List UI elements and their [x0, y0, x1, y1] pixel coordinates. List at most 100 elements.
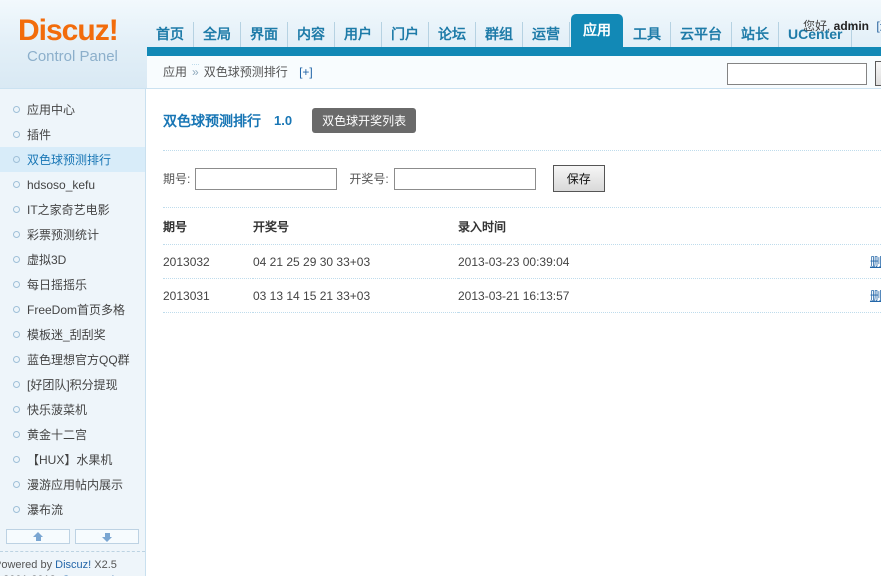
brand-subtitle: Control Panel	[27, 48, 118, 65]
sidebar-item[interactable]: 每日摇摇乐	[0, 272, 145, 297]
bullet-icon	[13, 481, 20, 488]
header: Discuz! Control Panel 首页 全局 界面 内容 用户 门户 …	[0, 0, 881, 89]
bullet-icon	[13, 381, 20, 388]
sidebar-item-label: 【HUX】水果机	[27, 453, 113, 467]
discuz-link[interactable]: Discuz!	[55, 559, 91, 571]
lottery-list-button[interactable]: 双色球开奖列表	[312, 108, 417, 133]
header-action	[758, 208, 881, 245]
sidebar-item[interactable]: 模板迷_刮刮奖	[0, 322, 145, 347]
sidebar: 应用中心 插件 双色球预测排行 hdsoso_kefu IT之家奇艺电影 彩票预…	[0, 89, 146, 576]
brand-name: Discuz!	[18, 14, 119, 47]
tab-app-active[interactable]: 应用	[571, 13, 623, 52]
sidebar-item-label: 虚拟3D	[27, 253, 67, 267]
nav-underline-bar	[147, 47, 881, 56]
table-header-row: 期号 开奖号 录入时间	[163, 208, 881, 245]
tab-webmaster[interactable]: 站长	[732, 22, 779, 47]
number-input[interactable]	[393, 167, 536, 190]
sidebar-item-label: 蓝色理想官方QQ群	[27, 353, 130, 367]
tab-interface[interactable]: 界面	[241, 22, 288, 47]
sidebar-item-label: 漫游应用帖内展示	[27, 478, 124, 492]
version-badge: 1.0	[274, 113, 293, 128]
breadcrumb-separator: »	[192, 64, 199, 79]
sidebar-item-label: 每日摇摇乐	[27, 278, 88, 292]
breadcrumb-add-link[interactable]: [+]	[299, 65, 313, 79]
sidebar-item[interactable]: [好团队]积分提现	[0, 372, 145, 397]
logout-link[interactable]: [退出]	[876, 19, 881, 33]
sidebar-item[interactable]: 黄金十二宫	[0, 422, 145, 447]
tab-operation[interactable]: 运营	[523, 22, 570, 47]
tab-portal[interactable]: 门户	[382, 22, 429, 47]
sidebar-item[interactable]: 瀑布流	[0, 497, 145, 522]
search-input[interactable]	[726, 62, 867, 85]
down-arrow-icon	[101, 532, 113, 542]
sidebar-item[interactable]: 彩票预测统计	[0, 222, 145, 247]
cell-issue: 2013032	[163, 244, 253, 279]
bullet-icon	[13, 456, 20, 463]
tab-cloud[interactable]: 云平台	[671, 22, 732, 47]
tab-group[interactable]: 群组	[476, 22, 523, 47]
scroll-down-button[interactable]	[75, 529, 139, 544]
sidebar-item[interactable]: IT之家奇艺电影	[0, 197, 145, 222]
bullet-icon	[13, 281, 20, 288]
bullet-icon	[13, 156, 20, 163]
tab-content[interactable]: 内容	[288, 22, 335, 47]
bullet-icon	[13, 406, 20, 413]
breadcrumb-root-link[interactable]: 应用	[163, 65, 187, 79]
bullet-icon	[13, 131, 20, 138]
issue-input[interactable]	[195, 167, 338, 190]
scroll-up-button[interactable]	[6, 529, 70, 544]
sidebar-item-plugins[interactable]: 插件	[0, 122, 145, 147]
up-arrow-icon	[32, 531, 44, 542]
brand-logo: Discuz! Control Panel	[18, 14, 119, 65]
cell-number: 03 13 14 15 21 33+03	[253, 278, 458, 313]
table-row: 2013032 04 21 25 29 30 33+03 2013-03-23 …	[163, 244, 881, 279]
sidebar-item-label: 快乐菠菜机	[27, 403, 88, 417]
sidebar-item[interactable]: 【HUX】水果机	[0, 447, 145, 472]
sidebar-item-ssq-selected[interactable]: 双色球预测排行	[0, 147, 145, 172]
search-button[interactable]: 搜索	[874, 61, 881, 86]
sidebar-item-label: IT之家奇艺电影	[27, 203, 110, 217]
powered-by-line: Powered by Discuz! X2.5	[0, 558, 145, 573]
tab-forum[interactable]: 论坛	[429, 22, 476, 47]
bullet-icon	[13, 106, 20, 113]
user-info: 您好, admin [退出]	[803, 17, 881, 34]
header-number: 开奖号	[253, 208, 458, 245]
sidebar-item-label: FreeDom首页多格	[27, 303, 126, 317]
results-table: 期号 开奖号 录入时间 2013032 04 21 25 29 30 33+03…	[163, 208, 881, 313]
sidebar-item-label: 应用中心	[27, 103, 76, 117]
number-label: 开奖号:	[349, 172, 389, 186]
bullet-icon	[13, 331, 20, 338]
search-area: 搜索	[726, 61, 881, 86]
header-issue: 期号	[163, 208, 253, 245]
table-row: 2013031 03 13 14 15 21 33+03 2013-03-21 …	[163, 278, 881, 313]
sidebar-footer: Powered by Discuz! X2.5 © 2001-2012, Com…	[0, 551, 145, 576]
sidebar-item[interactable]: 快乐菠菜机	[0, 397, 145, 422]
sidebar-item[interactable]: FreeDom首页多格	[0, 297, 145, 322]
cell-action: 删除	[758, 244, 881, 279]
delete-link[interactable]: 删除	[870, 255, 881, 269]
tab-home[interactable]: 首页	[147, 22, 194, 47]
header-time: 录入时间	[458, 208, 758, 245]
cell-issue: 2013031	[163, 278, 253, 313]
tab-global[interactable]: 全局	[194, 22, 241, 47]
delete-link[interactable]: 删除	[870, 289, 881, 303]
bullet-icon	[13, 256, 20, 263]
sidebar-list: 应用中心 插件 双色球预测排行 hdsoso_kefu IT之家奇艺电影 彩票预…	[0, 89, 145, 522]
main-panel: 双色球预测排行 1.0 双色球开奖列表 期号: 开奖号: 保存 期号 开奖号 录…	[146, 89, 881, 576]
sidebar-item[interactable]: 漫游应用帖内展示	[0, 472, 145, 497]
sidebar-item-label: 彩票预测统计	[27, 228, 100, 242]
greeting-text: 您好,	[802, 19, 831, 33]
save-button[interactable]: 保存	[552, 165, 605, 192]
sidebar-item-label: hdsoso_kefu	[27, 177, 96, 192]
sidebar-item-label: 模板迷_刮刮奖	[27, 328, 106, 342]
tab-tools[interactable]: 工具	[624, 22, 671, 47]
sidebar-item[interactable]: 虚拟3D	[0, 247, 145, 272]
sidebar-item[interactable]: 蓝色理想官方QQ群	[0, 347, 145, 372]
tab-users[interactable]: 用户	[335, 22, 382, 47]
issue-label: 期号:	[163, 172, 191, 186]
powered-by-text: Powered by	[0, 559, 53, 571]
sidebar-item[interactable]: hdsoso_kefu	[0, 172, 145, 197]
sidebar-item-app-center[interactable]: 应用中心	[0, 97, 145, 122]
cell-time: 2013-03-23 00:39:04	[458, 244, 758, 279]
content-area: 应用中心 插件 双色球预测排行 hdsoso_kefu IT之家奇艺电影 彩票预…	[0, 89, 881, 576]
